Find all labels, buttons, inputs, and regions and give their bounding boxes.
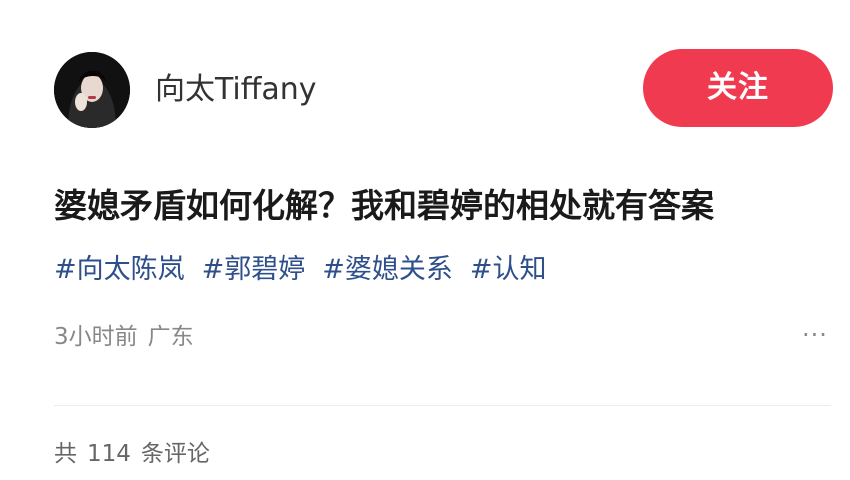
post-time: 3小时前 (54, 324, 138, 350)
tag-link[interactable]: #郭碧婷 (202, 250, 306, 290)
divider (54, 405, 831, 406)
tag-link[interactable]: #向太陈岚 (54, 250, 185, 290)
tag-link[interactable]: #认知 (470, 250, 547, 290)
tag-list: #向太陈岚 #郭碧婷 #婆媳关系 #认知 (54, 250, 547, 290)
post-location: 广东 (147, 324, 194, 350)
author-name[interactable]: 向太Tiffany (155, 70, 317, 110)
ellipsis-icon[interactable]: ··· (795, 320, 835, 354)
avatar[interactable] (54, 52, 130, 128)
comment-count-prefix: 共 (54, 441, 77, 467)
comment-count-number: 114 (87, 441, 131, 467)
post-meta: 3小时前 广东 (54, 320, 194, 354)
post-title: 婆媳矛盾如何化解？我和碧婷的相处就有答案 (54, 186, 714, 225)
tag-link[interactable]: #婆媳关系 (322, 250, 453, 290)
comment-count: 共 114 条评论 (54, 437, 210, 471)
avatar-photo (54, 52, 130, 128)
post-header: 向太Tiffany 关注 (0, 0, 850, 175)
comment-count-suffix: 条评论 (140, 441, 210, 467)
follow-button[interactable]: 关注 (643, 49, 833, 127)
